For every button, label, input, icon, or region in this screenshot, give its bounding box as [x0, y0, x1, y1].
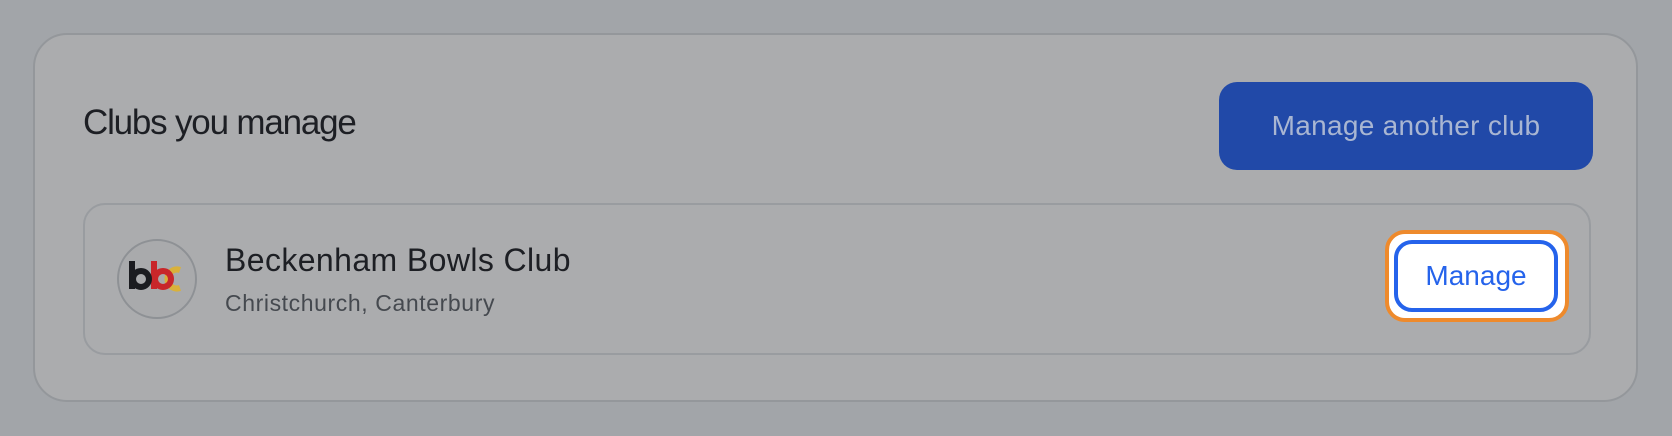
club-list-item: Beckenham Bowls Club Christchurch, Cante… [83, 203, 1591, 355]
club-name: Beckenham Bowls Club [225, 242, 571, 278]
section-title: Clubs you manage [83, 103, 357, 142]
manage-another-club-button[interactable]: Manage another club [1219, 82, 1593, 170]
clubs-card: Clubs you manage Manage another club Bec… [33, 33, 1638, 402]
manage-club-button[interactable]: Manage [1394, 240, 1558, 312]
club-location: Christchurch, Canterbury [225, 290, 496, 316]
club-logo [117, 239, 197, 319]
club-logo-icon [129, 261, 181, 292]
